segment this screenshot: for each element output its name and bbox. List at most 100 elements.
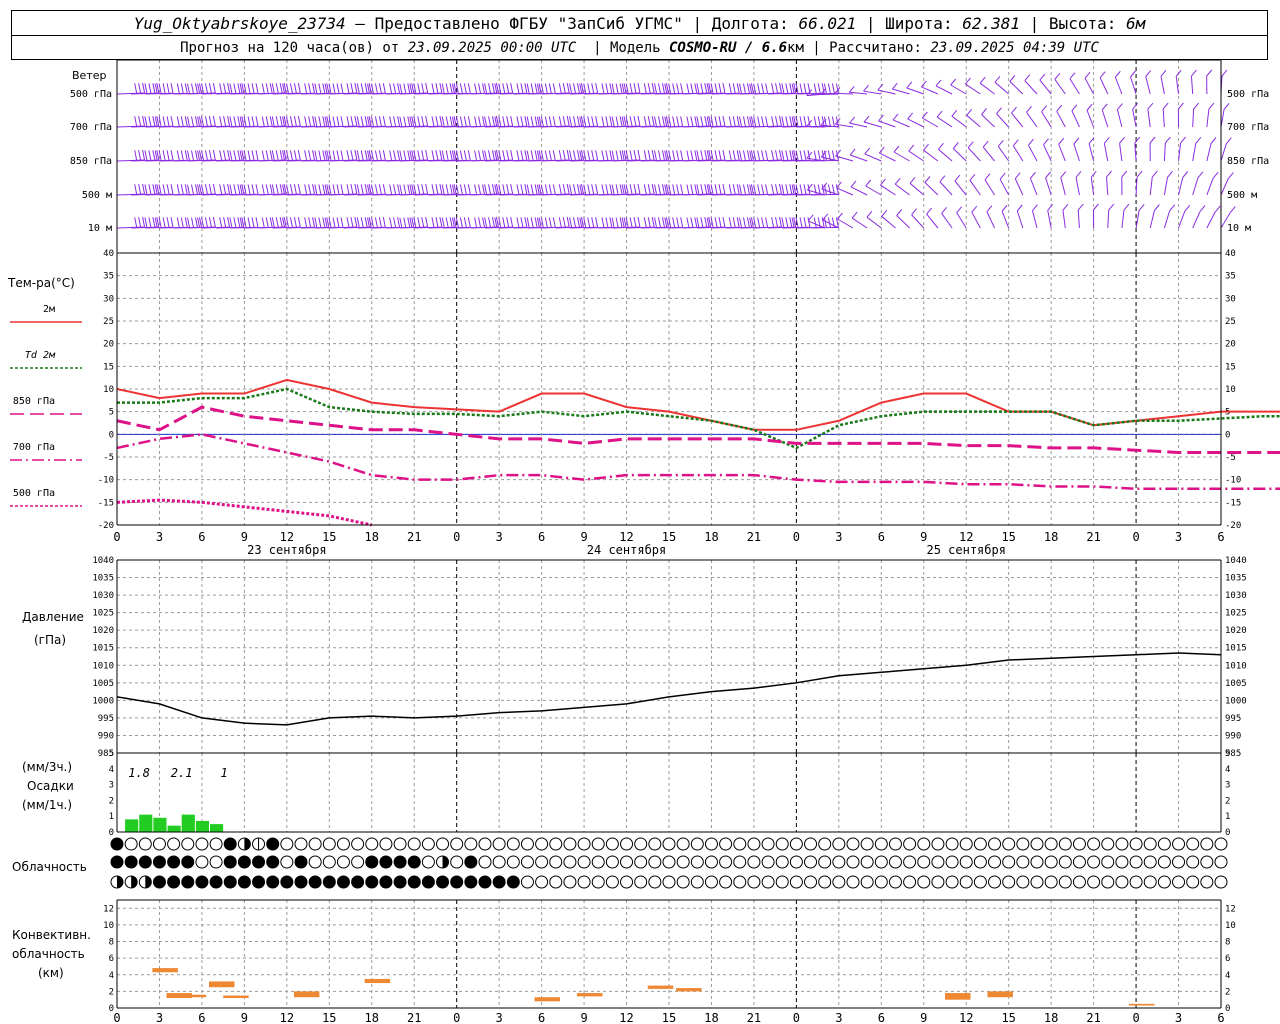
- wind-barb-flag: [148, 83, 152, 94]
- conv-tick-right: 8: [1225, 938, 1230, 948]
- wind-barb-flag: [138, 184, 142, 195]
- precip-tick-left: 4: [109, 765, 114, 775]
- wind-barb-flag: [866, 210, 873, 218]
- wind-barb-flag: [397, 83, 401, 94]
- cloud-circle: [620, 855, 634, 869]
- wind-barb-flag: [1162, 102, 1169, 110]
- cloud-circle: [874, 837, 888, 851]
- temp-legend-label: 500 гПа: [13, 488, 55, 499]
- wind-barb-flag: [789, 150, 793, 161]
- wind-barb-flag: [142, 216, 146, 228]
- cloud-cover-icon: [1030, 837, 1044, 851]
- temp-tick-left: -15: [98, 498, 114, 508]
- wind-barb: [1206, 109, 1210, 128]
- hour-tick-label: 6: [538, 530, 545, 544]
- cloud-circle: [1002, 837, 1016, 851]
- wind-barb-flag: [162, 150, 166, 161]
- wind-barb-flag: [144, 184, 148, 195]
- wind-barb-flag: [534, 116, 538, 127]
- wind-barb-flag: [637, 183, 641, 195]
- cloud-cover-icon: [506, 875, 520, 889]
- cloud-cover-icon: [959, 837, 973, 851]
- wind-barb-flag: [757, 150, 761, 161]
- conv-tick-left: 8: [109, 938, 114, 948]
- wind-barb-flag: [837, 212, 843, 220]
- wind-barb-flag: [170, 116, 174, 127]
- cloud-circle: [818, 855, 832, 869]
- wind-barb-flag: [227, 116, 231, 127]
- wind-barb-flag: [728, 116, 732, 127]
- cloud-cover-icon: [379, 855, 393, 869]
- wind-barb-flag: [389, 217, 393, 228]
- wind-barb-flag: [354, 82, 358, 94]
- wind-barb-flag: [573, 217, 577, 228]
- wind-barb-flag: [548, 184, 552, 195]
- wind-barb-flag: [672, 184, 676, 195]
- cloud-cover-icon: [634, 855, 648, 869]
- cloud-circle: [549, 875, 563, 889]
- cloud-cover-icon: [945, 875, 959, 889]
- cloud-circle: [167, 837, 181, 851]
- wind-barb-flag: [827, 116, 831, 127]
- wind-barb-flag: [332, 217, 336, 228]
- temp-tick-left: 10: [103, 385, 114, 395]
- wind-barb-flag: [187, 83, 191, 94]
- hour-tick-label: 0: [793, 530, 800, 544]
- wind-barb-flag: [765, 83, 769, 94]
- wind-barb-flag: [799, 217, 803, 228]
- pres-tick-left: 1035: [92, 574, 114, 584]
- wind-barb-flag: [576, 83, 580, 94]
- wind-barb-flag: [271, 150, 275, 161]
- wind-barb-flag: [999, 172, 1006, 180]
- wind-barb-flag: [637, 115, 641, 127]
- wind-barb-flag: [686, 184, 690, 195]
- wind-barb: [1062, 210, 1066, 229]
- wind-barb-flag: [601, 116, 605, 127]
- cloud-circle: [690, 855, 704, 869]
- wind-barb-flag: [863, 84, 869, 92]
- cloud-circle: [988, 875, 1002, 889]
- cloud-circle: [421, 875, 435, 889]
- wind-barb-flag: [510, 217, 514, 228]
- wind-barb-flag: [204, 116, 208, 127]
- wind-barb-flag: [162, 217, 166, 228]
- wind-barb-flag: [356, 83, 360, 94]
- wind-barb-flag: [322, 184, 326, 195]
- cloud-circle: [365, 837, 379, 851]
- wind-barb: [1086, 110, 1095, 128]
- wind-barb-flag: [308, 83, 312, 94]
- cloud-cover-icon: [124, 875, 138, 889]
- conv-hour-tick-label: 3: [835, 1011, 842, 1024]
- cloud-cover-icon: [223, 855, 237, 869]
- wind-barb-flag: [779, 149, 782, 161]
- wind-barb: [1077, 210, 1080, 229]
- wind-barb-flag: [491, 217, 495, 228]
- wind-barb-flag: [1177, 102, 1184, 110]
- wind-barb-flag: [761, 116, 765, 127]
- cloud-circle: [124, 837, 138, 851]
- wind-barb-flag: [728, 150, 732, 161]
- temp-tick-left: 40: [103, 249, 114, 259]
- cloud-circle: [676, 837, 690, 851]
- wind-barb-flag: [878, 146, 885, 154]
- wind-level-label: 700 гПа: [70, 122, 112, 133]
- cloud-circle: [280, 875, 294, 889]
- wind-barb: [1054, 79, 1066, 95]
- cloud-circle: [1058, 875, 1072, 889]
- wind-barb-flag: [152, 83, 156, 94]
- wind-barb-flag: [785, 83, 789, 94]
- wind-barb-flag: [595, 83, 599, 94]
- date-label: 23 сентября: [247, 543, 326, 557]
- cloud-circle: [605, 875, 619, 889]
- wind-barb: [1162, 109, 1165, 128]
- wind-barb-flag: [194, 83, 198, 94]
- wind-barb-flag: [223, 83, 227, 94]
- cloud-circle: [450, 837, 464, 851]
- wind-barb-flag: [397, 116, 401, 127]
- cloud-circle: [804, 837, 818, 851]
- wind-barb-flag: [237, 150, 241, 161]
- wind-barb-flag: [1212, 171, 1219, 179]
- wind-barb: [1160, 76, 1165, 95]
- wind-barb-flag: [247, 217, 251, 228]
- cloud-circle: [365, 875, 379, 889]
